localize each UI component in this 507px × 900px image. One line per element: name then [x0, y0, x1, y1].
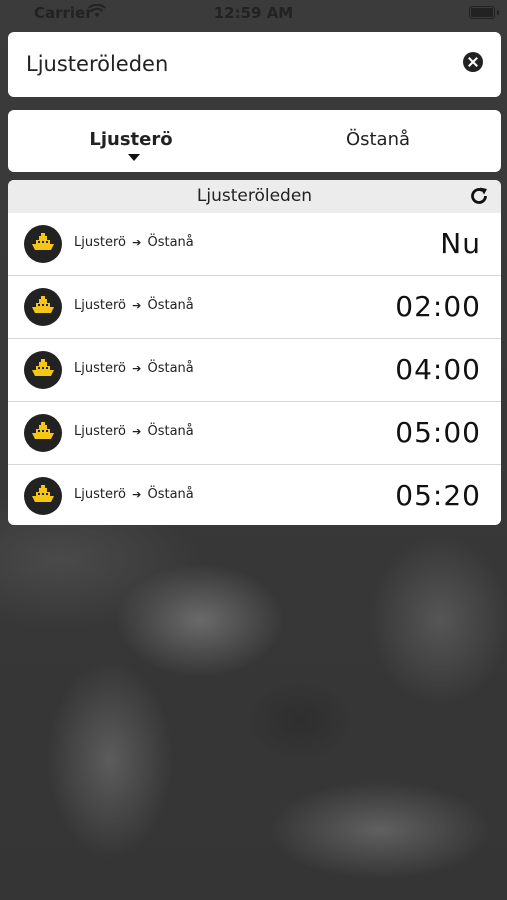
clock: 12:59 AM	[213, 4, 294, 22]
ferry-icon	[24, 288, 62, 326]
list-title: Ljusteröleden	[196, 186, 313, 206]
departure-row[interactable]: Ljusterö ➔ Östanå 02:00	[8, 276, 501, 339]
battery-tip	[497, 10, 499, 15]
route-label: Ljusterö ➔ Östanå	[74, 487, 194, 502]
refresh-icon[interactable]	[469, 186, 489, 206]
ferry-icon	[24, 351, 62, 389]
status-bar: Carrier 12:59 AM	[0, 0, 507, 26]
direction-selector: Ljusterö Östanå	[8, 110, 501, 172]
route-label: Ljusterö ➔ Östanå	[74, 235, 194, 250]
list-header: Ljusteröleden	[8, 180, 501, 213]
ferry-icon	[24, 225, 62, 263]
search-value: Ljusteröleden	[26, 52, 169, 76]
battery-icon	[469, 6, 495, 19]
departure-row[interactable]: Ljusterö ➔ Östanå 05:00	[8, 402, 501, 465]
caret-down-icon	[128, 154, 140, 161]
departure-row[interactable]: Ljusterö ➔ Östanå Nu	[8, 213, 501, 276]
departure-time: 05:20	[395, 479, 481, 512]
departure-row[interactable]: Ljusterö ➔ Östanå 05:20	[8, 465, 501, 525]
ferry-icon	[24, 414, 62, 452]
departure-row[interactable]: Ljusterö ➔ Östanå 04:00	[8, 339, 501, 402]
route-label: Ljusterö ➔ Östanå	[74, 361, 194, 376]
departures-list: Ljusteröleden Ljusterö ➔ Östanå Nu Ljust…	[8, 180, 501, 525]
departure-time: 04:00	[395, 353, 481, 386]
route-label: Ljusterö ➔ Östanå	[74, 424, 194, 439]
close-circle-icon[interactable]	[463, 52, 483, 72]
departure-time: 05:00	[395, 416, 481, 449]
tab-ostana[interactable]: Östanå	[255, 110, 501, 172]
route-label: Ljusterö ➔ Östanå	[74, 298, 194, 313]
ferry-icon	[24, 477, 62, 515]
tab-ljustero[interactable]: Ljusterö	[8, 110, 254, 172]
tab-ljustero-label: Ljusterö	[89, 129, 173, 150]
departure-time: 02:00	[395, 290, 481, 323]
search-field[interactable]: Ljusteröleden	[8, 32, 501, 97]
tab-ostana-label: Östanå	[345, 129, 411, 150]
departure-time: Nu	[440, 227, 481, 260]
